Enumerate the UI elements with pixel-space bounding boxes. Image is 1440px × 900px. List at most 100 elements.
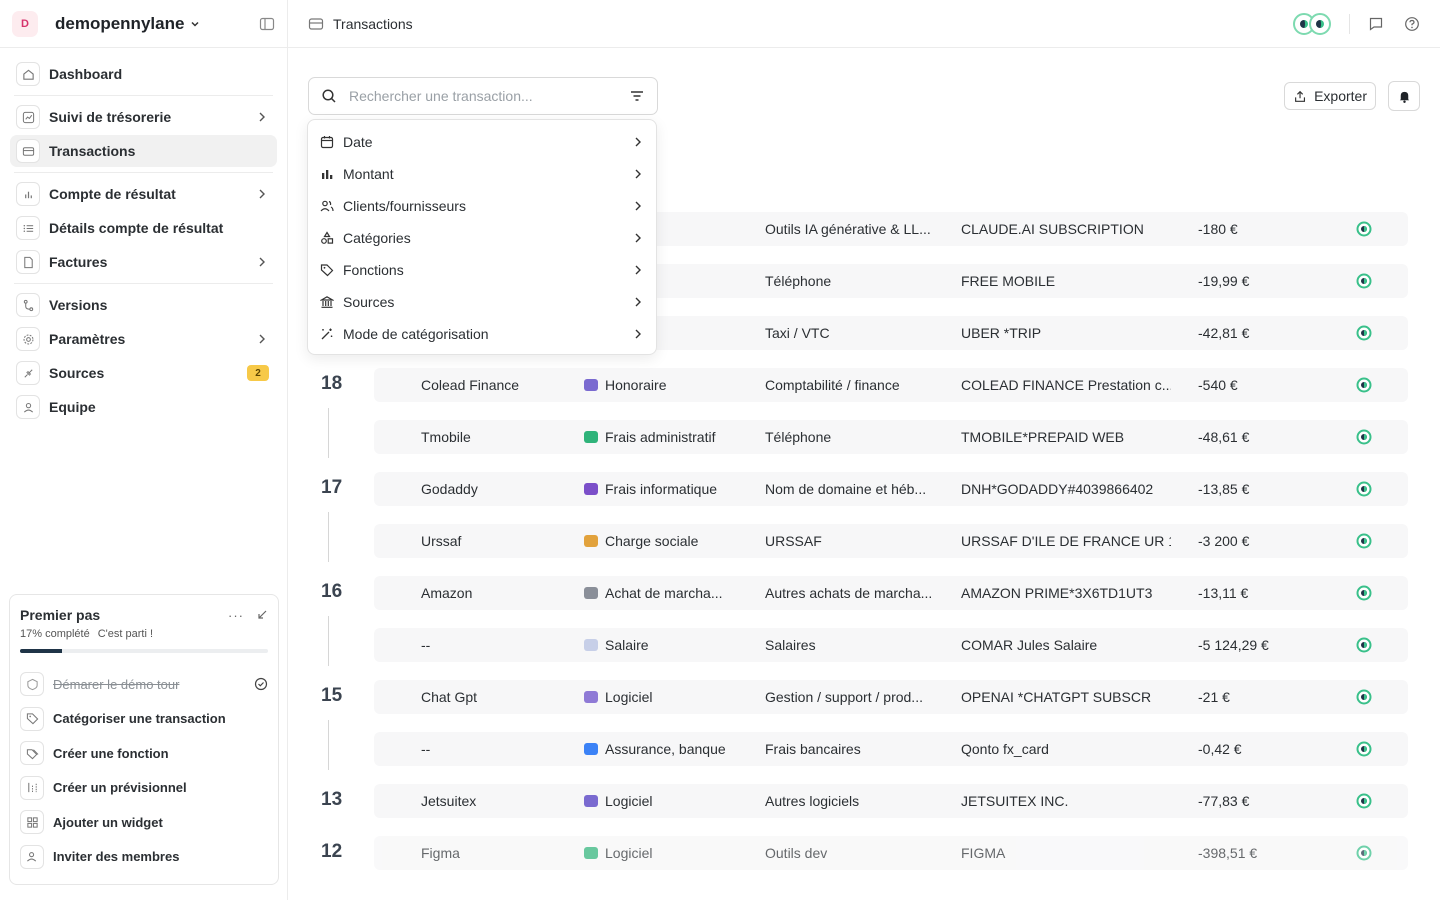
table-row[interactable]: Amazon Achat de marcha... Autres achats de… [374,576,1408,610]
filter-categories[interactable]: Catégories [308,222,656,254]
collapse-icon[interactable] [256,609,268,621]
amount-cell: -398,51 € [1198,845,1258,861]
category-label: Logiciel [605,845,653,861]
status-icon[interactable] [1356,637,1372,653]
label-cell: UBER *TRIP [961,325,1042,341]
subcategory-cell: Autres achats de marcha... [765,585,933,601]
supplier-cell: -- [421,637,431,653]
sidebar-item-income-statement[interactable]: Compte de résultat [10,178,277,210]
category-emoji-icon [584,587,598,599]
filter-functions[interactable]: Fonctions [308,254,656,286]
subcategory-cell: Téléphone [765,429,832,445]
chevron-right-icon [259,189,265,199]
status-icon[interactable] [1356,533,1372,549]
table-row[interactable]: Urssaf Charge sociale URSSAF URSSAF D'ILE D… [374,524,1408,558]
onboarding-step-widget[interactable]: Ajouter un widget [20,805,268,840]
onboarding-step-forecast[interactable]: Créer un prévisionnel [20,771,268,806]
filter-label: Fonctions [343,262,404,278]
document-icon [16,250,40,274]
amount-cell: -13,11 € [1198,585,1249,601]
sidebar-item-label: Transactions [49,143,136,159]
onboarding-step-demo-tour[interactable]: Démarer le démo tour [20,667,268,702]
workspace-switcher[interactable]: D demopennylane [0,0,287,48]
amount-cell: -48,61 € [1198,429,1250,445]
filter-sources[interactable]: Sources [308,286,656,318]
divider [14,172,273,173]
magic-wand-icon [321,328,333,340]
filter-date[interactable]: Date [308,126,656,158]
onboarding-step-function[interactable]: Créer une fonction [20,736,268,771]
table-row[interactable]: Tmobile Frais administratif Téléphone TMOBI… [374,420,1408,454]
plug-icon [16,361,40,385]
sidebar-item-team[interactable]: Equipe [10,391,277,423]
table-row[interactable]: Chat Gpt Logiciel Gestion / support / prod… [374,680,1408,714]
amount-cell: -13,85 € [1198,481,1250,497]
table-row[interactable]: -- Assurance, banque Frais bancaires Qonto … [374,732,1408,766]
subcategory-cell: Taxi / VTC [765,325,830,341]
onboarding-title: Premier pas [20,607,101,623]
badge-icon [20,672,44,697]
status-icon[interactable] [1356,273,1372,289]
sidebar-item-transactions[interactable]: Transactions [10,135,277,167]
category-cell: Achat de marcha... [584,585,754,601]
chart-line-icon [16,105,40,129]
table-row[interactable]: Godaddy Frais informatique Nom de domaine … [374,472,1408,506]
onboarding-step-label: Créer une fonction [53,745,169,761]
sidebar-item-label: Paramètres [49,331,126,347]
filter-thirdparty[interactable]: Clients/fournisseurs [308,190,656,222]
branch-icon [16,293,40,317]
bank-icon [320,296,334,308]
sidebar-item-dashboard[interactable]: Dashboard [10,58,277,90]
progress-percent: 17% complété [20,628,90,640]
user-icon [16,395,40,419]
supplier-cell: Chat Gpt [421,689,478,705]
table-row[interactable]: Colead Finance Honoraire Comptabilité / fi… [374,368,1408,402]
table-row[interactable]: Figma Logiciel Outils dev FIGMA -398,51 € [374,836,1408,870]
amount-cell: -3 200 € [1198,533,1250,549]
sidebar-item-versions[interactable]: Versions [10,289,277,321]
category-emoji-icon [584,743,598,755]
status-icon[interactable] [1356,793,1372,809]
onboarding-step-label: Ajouter un widget [53,814,163,830]
subcategory-cell: URSSAF [765,533,822,549]
category-cell: Charge sociale [584,533,754,549]
status-icon[interactable] [1356,221,1372,237]
more-icon[interactable]: ··· [228,608,244,623]
sidebar-toggle-icon[interactable] [259,16,275,32]
category-cell: Assurance, banque [584,741,754,757]
status-icon[interactable] [1356,325,1372,341]
filter-categorization-mode[interactable]: Mode de catégorisation [308,318,656,350]
supplier-cell: Godaddy [421,481,478,497]
onboarding-steps: Démarer le démo tour Catégoriser une tra… [20,667,268,874]
status-icon[interactable] [1356,429,1372,445]
calendar-icon [320,136,334,149]
status-icon[interactable] [1356,741,1372,757]
onboarding-step-invite[interactable]: Inviter des membres [20,840,268,875]
sidebar-item-sources[interactable]: Sources 2 [10,357,277,389]
status-icon[interactable] [1356,689,1372,705]
table-row[interactable]: -- Salaire Salaires COMAR Jules Salaire -5 1… [374,628,1408,662]
sidebar-item-treasury[interactable]: Suivi de trésorerie [10,101,277,133]
sidebar-item-label: Compte de résultat [49,186,176,202]
category-emoji-icon [584,483,598,495]
subcategory-cell: Outils dev [765,845,828,861]
subcategory-cell: Outils IA générative & LL... [765,221,931,237]
sidebar-item-income-details[interactable]: Détails compte de résultat [10,212,277,244]
card-icon [16,139,40,163]
chevron-right-icon [259,334,265,344]
filter-amount[interactable]: Montant [308,158,656,190]
sidebar-item-settings[interactable]: Paramètres [10,323,277,355]
status-icon[interactable] [1356,481,1372,497]
workspace-name: demopennylane [55,13,185,33]
filter-label: Date [343,134,373,150]
onboarding-step-categorize[interactable]: Catégoriser une transaction [20,702,268,737]
onboarding-card: Premier pas ··· 17% complété C'est parti … [9,594,279,885]
sidebar-item-label: Suivi de trésorerie [49,109,172,125]
category-cell: Salaire [584,637,754,653]
table-row[interactable]: Jetsuitex Logiciel Autres logiciels JETSUIT… [374,784,1408,818]
status-icon[interactable] [1356,585,1372,601]
category-emoji-icon [584,431,598,443]
sidebar-item-invoices[interactable]: Factures [10,246,277,278]
status-icon[interactable] [1356,377,1372,393]
status-icon[interactable] [1356,845,1372,861]
